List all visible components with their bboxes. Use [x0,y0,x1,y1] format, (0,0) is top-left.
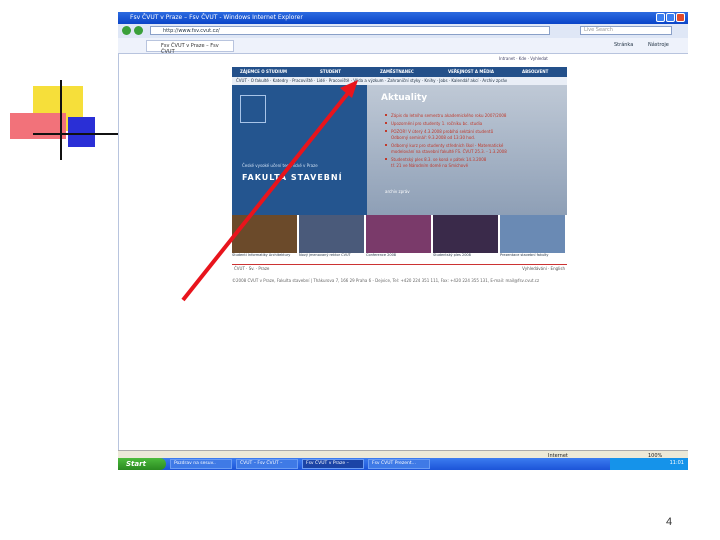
arrow-head [340,80,358,98]
arrow-shaft [181,86,354,302]
slide-page-number: 4 [666,516,673,528]
annotation-arrow [181,80,358,302]
